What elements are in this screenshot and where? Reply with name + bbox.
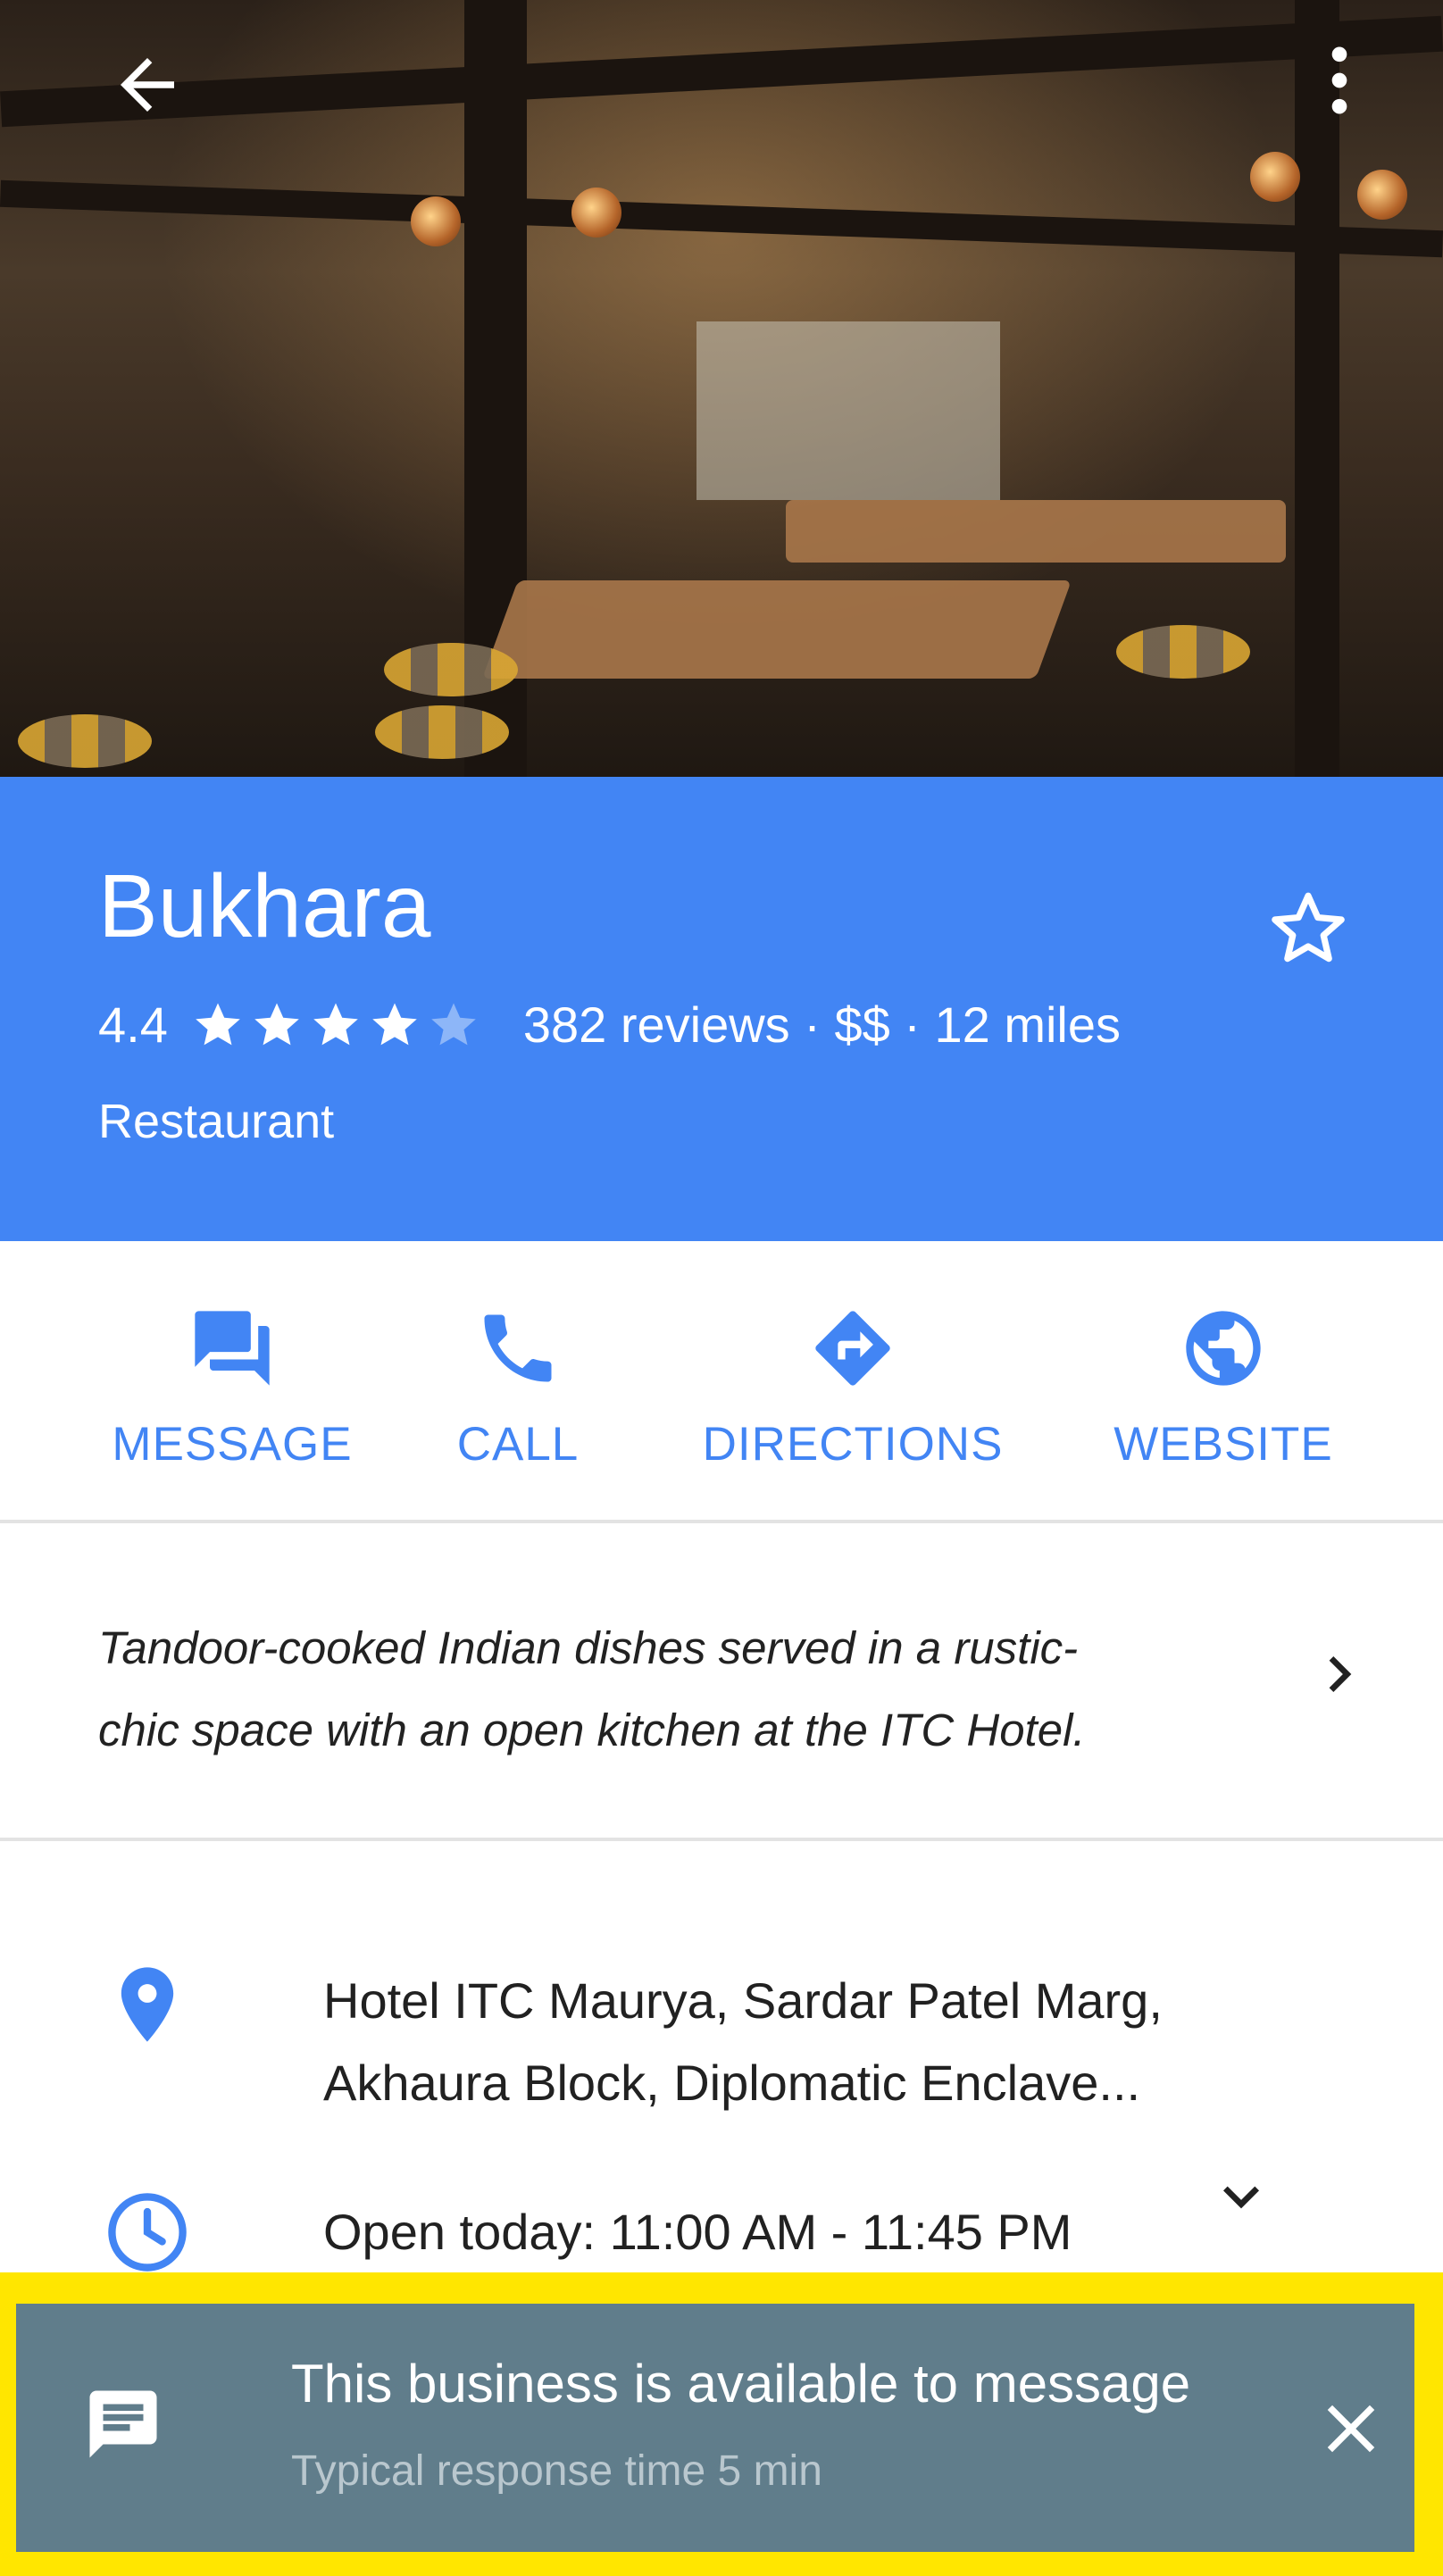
directions-button[interactable]: DIRECTIONS [688, 1241, 1018, 1520]
close-icon [1327, 2405, 1375, 2453]
place-address[interactable]: Hotel ITC Maurya, Sardar Patel Marg, Akh… [323, 1960, 1332, 2124]
location-pin-icon [121, 1967, 174, 2042]
place-hours[interactable]: Open today: 11:00 AM - 11:45 PM [323, 2192, 1072, 2272]
message-banner[interactable]: This business is available to message Ty… [16, 2304, 1414, 2552]
message-banner-subtitle: Typical response time 5 min [291, 2447, 822, 2495]
action-label: MESSAGE [112, 1418, 353, 1471]
address-line: Akhaura Block, Diplomatic Enclave... [323, 2055, 1141, 2111]
message-icon [195, 1311, 270, 1386]
photo-seat [18, 714, 152, 768]
photo-lamp [411, 196, 461, 246]
address-line: Hotel ITC Maurya, Sardar Patel Marg, [323, 1972, 1163, 2029]
photo-seat [375, 705, 509, 759]
rating-star-icon [196, 1002, 240, 1045]
hours-expand-button[interactable] [1205, 2161, 1277, 2232]
photo-kitchen-window [696, 321, 1000, 500]
action-label: DIRECTIONS [702, 1418, 1004, 1471]
description-more-button[interactable] [1304, 1638, 1375, 1710]
place-photo[interactable] [0, 0, 1443, 777]
action-label: WEBSITE [1114, 1418, 1333, 1471]
clock-icon [108, 2193, 187, 2272]
divider [0, 1520, 1443, 1523]
rating-star-icon [313, 1002, 358, 1045]
photo-lamp [1250, 152, 1300, 202]
chevron-down-icon [1223, 2186, 1259, 2209]
place-category: Restaurant [98, 1095, 335, 1148]
photo-beam [0, 15, 1443, 128]
chevron-right-icon [1329, 1656, 1352, 1692]
place-header: Bukhara 4.4 382 reviews · $$ · 12 miles … [0, 777, 1443, 1241]
place-description[interactable]: Tandoor-cooked Indian dishes served in a… [98, 1607, 1259, 1772]
photo-lamp [571, 188, 621, 238]
address-icon-wrap [98, 1955, 196, 2054]
rating-value: 4.4 [98, 996, 168, 1053]
place-name: Bukhara [98, 856, 431, 956]
star-outline-icon [1272, 892, 1345, 963]
photo-table [786, 500, 1286, 563]
rating-star-icon [431, 1002, 476, 1045]
call-button[interactable]: CALL [429, 1241, 607, 1520]
chat-icon-wrap [79, 2380, 168, 2469]
action-label: CALL [456, 1418, 580, 1471]
message-banner-title: This business is available to message [291, 2354, 1191, 2413]
photo-seat [1116, 625, 1250, 679]
description-line: chic space with an open kitchen at the I… [98, 1705, 1086, 1755]
close-banner-button[interactable] [1302, 2380, 1400, 2478]
action-bar: MESSAGE CALL DIRECTIONS WEBSITE [0, 1241, 1443, 1520]
save-button[interactable] [1259, 880, 1357, 978]
place-summary[interactable]: 382 reviews · $$ · 12 miles [523, 996, 1121, 1054]
directions-icon [815, 1311, 890, 1386]
photo-lamp [1357, 170, 1407, 220]
phone-icon [484, 1314, 552, 1382]
photo-beam [0, 179, 1443, 258]
rating-star-icon [254, 1002, 299, 1045]
arrow-back-icon [121, 58, 174, 112]
photo-seat [384, 643, 518, 696]
more-vert-icon [1331, 46, 1347, 114]
chat-icon [89, 2390, 157, 2458]
place-meta: 4.4 382 reviews · $$ · 12 miles [98, 996, 1121, 1054]
photo-table [481, 580, 1072, 679]
rating-star-icon [372, 1002, 417, 1045]
description-line: Tandoor-cooked Indian dishes served in a… [98, 1622, 1079, 1673]
message-banner-highlight: This business is available to message Ty… [0, 2272, 1443, 2576]
globe-icon [1186, 1311, 1261, 1386]
hours-icon-wrap [98, 2183, 196, 2281]
website-button[interactable]: WEBSITE [1098, 1241, 1348, 1520]
message-button[interactable]: MESSAGE [103, 1241, 362, 1520]
more-options-button[interactable] [1295, 27, 1384, 134]
divider [0, 1838, 1443, 1841]
rating-stars [189, 996, 484, 1054]
back-button[interactable] [98, 36, 196, 134]
